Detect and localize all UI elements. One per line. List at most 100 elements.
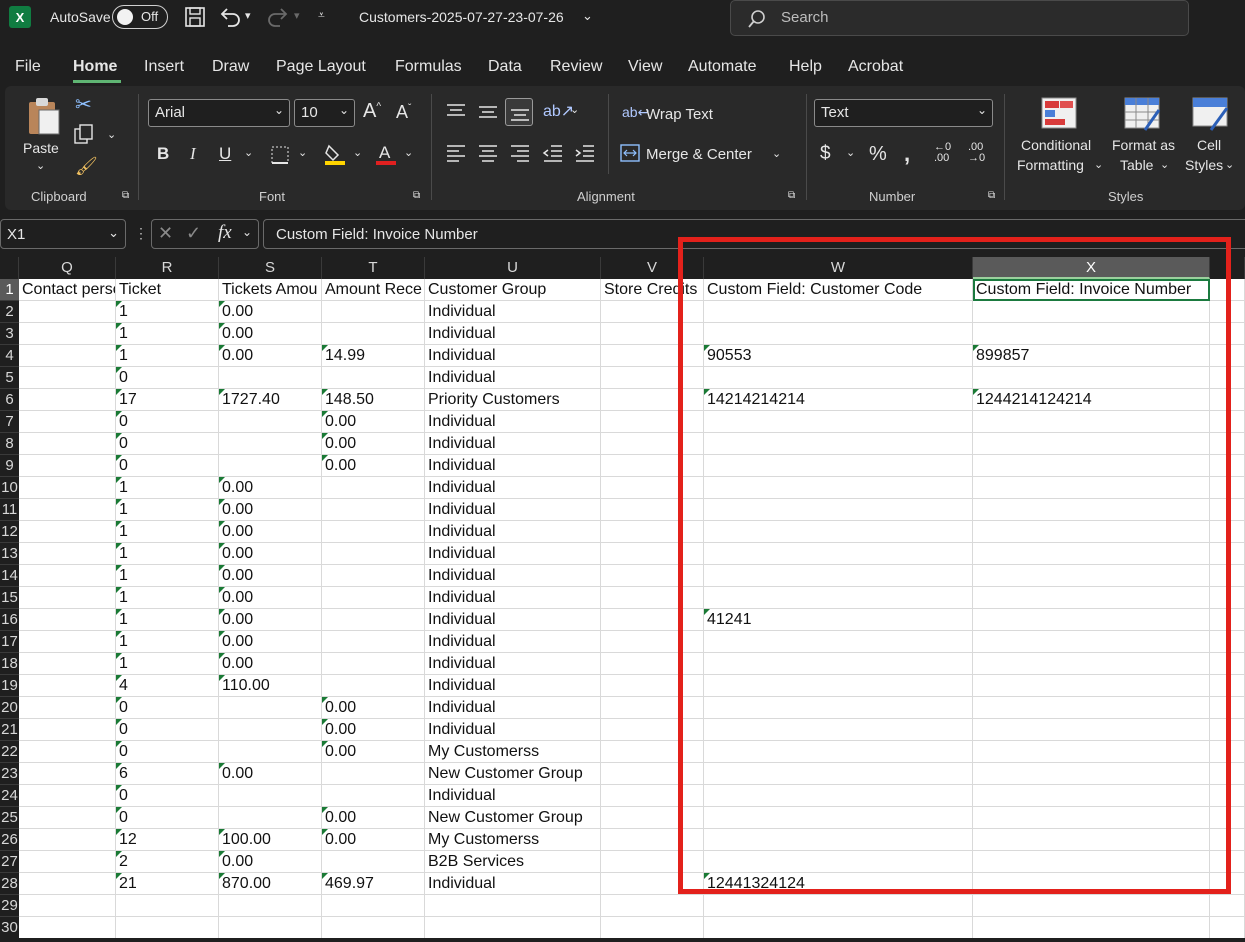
menu-view[interactable]: View (628, 58, 662, 76)
cell-q[interactable] (19, 301, 116, 323)
cell-next[interactable] (1210, 301, 1245, 323)
cell-t[interactable] (322, 675, 425, 697)
cell-q[interactable] (19, 917, 116, 939)
cell-s[interactable] (219, 741, 322, 763)
cell-x[interactable] (973, 455, 1210, 477)
cell-t[interactable] (322, 565, 425, 587)
align-middle-icon[interactable] (477, 102, 499, 122)
align-center-icon[interactable] (477, 143, 499, 163)
row-header[interactable]: 9 (0, 455, 19, 477)
cell-w[interactable] (704, 411, 973, 433)
row-header[interactable]: 26 (0, 829, 19, 851)
column-header-q[interactable]: Q (19, 257, 116, 279)
paste-icon[interactable] (25, 94, 65, 136)
cell-s[interactable]: 0.00 (219, 323, 322, 345)
redo-icon[interactable] (266, 6, 290, 28)
header-cell-t[interactable]: Amount Rece (322, 279, 425, 301)
save-icon[interactable] (184, 6, 206, 28)
cell-r[interactable]: 0 (116, 807, 219, 829)
cell-t[interactable] (322, 609, 425, 631)
header-cell-v[interactable]: Store Credits (601, 279, 704, 301)
font-size-dropdown[interactable]: 10 ⌄ (294, 99, 355, 127)
row-header[interactable]: 7 (0, 411, 19, 433)
cell-v[interactable] (601, 389, 704, 411)
cell-w[interactable] (704, 917, 973, 939)
menu-page-layout[interactable]: Page Layout (276, 58, 366, 76)
conditional-formatting-icon[interactable] (1040, 96, 1078, 130)
cell-u[interactable]: Individual (425, 785, 601, 807)
cell-v[interactable] (601, 631, 704, 653)
cell-r[interactable]: 6 (116, 763, 219, 785)
cell-x[interactable] (973, 785, 1210, 807)
menu-home[interactable]: Home (73, 58, 117, 76)
cell-w[interactable] (704, 587, 973, 609)
cell-x[interactable] (973, 631, 1210, 653)
fx-dropdown-icon[interactable]: ⌄ (242, 225, 252, 239)
fill-color-dropdown-icon[interactable]: ⌄ (353, 146, 362, 159)
cell-q[interactable] (19, 741, 116, 763)
cell-w[interactable] (704, 763, 973, 785)
cell-u[interactable]: Individual (425, 609, 601, 631)
merge-center-icon[interactable] (620, 144, 640, 162)
clipboard-launcher-icon[interactable]: ⧉ (122, 190, 129, 201)
cell-s[interactable] (219, 697, 322, 719)
cell-next[interactable] (1210, 807, 1245, 829)
cell-u[interactable]: Individual (425, 455, 601, 477)
row-header[interactable]: 21 (0, 719, 19, 741)
cell-v[interactable] (601, 785, 704, 807)
row-header[interactable]: 6 (0, 389, 19, 411)
cell-s[interactable] (219, 367, 322, 389)
paste-dropdown-icon[interactable]: ⌄ (36, 159, 45, 172)
borders-dropdown-icon[interactable]: ⌄ (298, 146, 307, 159)
cell-u[interactable] (425, 895, 601, 917)
cell-x[interactable] (973, 653, 1210, 675)
cell-q[interactable] (19, 873, 116, 895)
cell-t[interactable] (322, 785, 425, 807)
cell-r[interactable]: 1 (116, 543, 219, 565)
header-cell-u[interactable]: Customer Group (425, 279, 601, 301)
row-header[interactable]: 5 (0, 367, 19, 389)
cell-w[interactable] (704, 807, 973, 829)
cut-icon[interactable]: ✂ (75, 92, 92, 117)
cell-w[interactable]: 12441324124 (704, 873, 973, 895)
filename-chevron-down-icon[interactable]: ⌄ (582, 8, 593, 24)
cell-next[interactable] (1210, 741, 1245, 763)
cell-u[interactable]: Individual (425, 433, 601, 455)
cell-v[interactable] (601, 565, 704, 587)
cell-s[interactable]: 0.00 (219, 301, 322, 323)
cell-x[interactable] (973, 587, 1210, 609)
row-header[interactable]: 4 (0, 345, 19, 367)
column-header-t[interactable]: T (322, 257, 425, 279)
cell-x[interactable] (973, 565, 1210, 587)
cell-next[interactable] (1210, 411, 1245, 433)
cell-x[interactable] (973, 741, 1210, 763)
cell-v[interactable] (601, 609, 704, 631)
fill-color-icon[interactable] (323, 142, 347, 166)
cell-x[interactable] (973, 807, 1210, 829)
cell-t[interactable]: 0.00 (322, 741, 425, 763)
cell-v[interactable] (601, 675, 704, 697)
cell-s[interactable]: 110.00 (219, 675, 322, 697)
row-header[interactable]: 27 (0, 851, 19, 873)
undo-dropdown-icon[interactable]: ▾ (245, 9, 251, 22)
cell-w[interactable] (704, 433, 973, 455)
font-color-icon[interactable]: A (374, 142, 398, 166)
cell-next[interactable] (1210, 587, 1245, 609)
cell-q[interactable] (19, 499, 116, 521)
cell-w[interactable] (704, 895, 973, 917)
currency-icon[interactable]: $ (820, 143, 831, 165)
cell-q[interactable] (19, 851, 116, 873)
cell-w[interactable] (704, 323, 973, 345)
cell-v[interactable] (601, 895, 704, 917)
cell-r[interactable]: 1 (116, 345, 219, 367)
cell-x[interactable] (973, 411, 1210, 433)
conditional-dropdown-icon[interactable]: ⌄ (1094, 158, 1103, 171)
enter-icon[interactable]: ✓ (186, 223, 201, 244)
cell-x[interactable] (973, 499, 1210, 521)
row-header[interactable]: 16 (0, 609, 19, 631)
percent-icon[interactable]: % (869, 143, 887, 166)
cell-w[interactable] (704, 785, 973, 807)
cell-t[interactable]: 0.00 (322, 829, 425, 851)
align-top-icon[interactable] (445, 102, 467, 122)
column-header-w[interactable]: W (704, 257, 973, 279)
